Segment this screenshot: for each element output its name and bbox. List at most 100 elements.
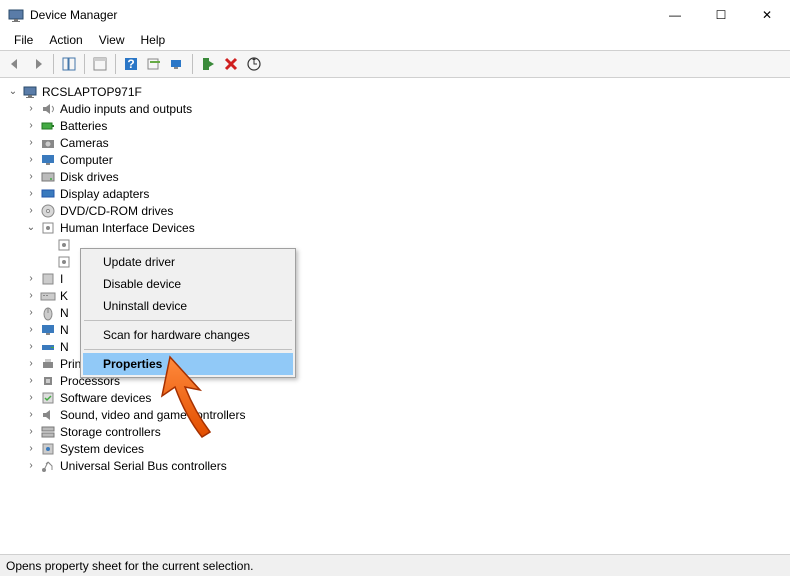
sound-icon [40, 407, 56, 423]
tree-category[interactable]: ›Computer [24, 151, 790, 168]
toolbar-separator [115, 54, 116, 74]
chevron-right-icon[interactable]: › [24, 323, 38, 337]
chevron-right-icon[interactable]: › [24, 340, 38, 354]
chevron-right-icon[interactable]: › [24, 204, 38, 218]
chevron-right-icon[interactable]: › [24, 289, 38, 303]
chevron-right-icon[interactable]: › [24, 136, 38, 150]
title-bar: Device Manager — ☐ ✕ [0, 0, 790, 30]
close-button[interactable]: ✕ [744, 0, 790, 30]
chevron-right-icon[interactable]: › [24, 272, 38, 286]
ctx-disable-device[interactable]: Disable device [83, 273, 293, 295]
menu-view[interactable]: View [91, 31, 133, 49]
status-bar: Opens property sheet for the current sel… [0, 554, 790, 576]
tree-category[interactable]: › Sound, video and game controllers [24, 406, 790, 423]
menu-separator [84, 349, 292, 350]
chevron-right-icon[interactable]: › [24, 187, 38, 201]
hid-icon [56, 237, 72, 253]
action-button[interactable] [143, 53, 165, 75]
category-label: Batteries [60, 119, 107, 133]
category-label: Audio inputs and outputs [60, 102, 192, 116]
cd-icon [40, 203, 56, 219]
maximize-button[interactable]: ☐ [698, 0, 744, 30]
back-button[interactable] [4, 53, 26, 75]
monitor-icon [40, 152, 56, 168]
chevron-right-icon[interactable]: › [24, 408, 38, 422]
hid-icon [56, 254, 72, 270]
keyboard-icon [40, 288, 56, 304]
menu-action[interactable]: Action [41, 31, 90, 49]
category-label: System devices [60, 442, 144, 456]
menu-bar: File Action View Help [0, 30, 790, 50]
monitor-icon [40, 322, 56, 338]
speaker-icon [40, 101, 56, 117]
printer-icon [40, 356, 56, 372]
uninstall-button[interactable] [220, 53, 242, 75]
chevron-right-icon[interactable]: › [24, 119, 38, 133]
category-label: Display adapters [60, 187, 149, 201]
category-label: Sound, video and game controllers [60, 408, 245, 422]
category-label: N [60, 306, 69, 320]
ctx-properties[interactable]: Properties [83, 353, 293, 375]
chevron-right-icon[interactable]: › [24, 102, 38, 116]
tree-category[interactable]: › Display adapters [24, 185, 790, 202]
category-label: Disk drives [60, 170, 119, 184]
chevron-right-icon[interactable]: › [24, 391, 38, 405]
update-driver-button[interactable] [243, 53, 265, 75]
network-icon [40, 339, 56, 355]
tree-category[interactable]: › Storage controllers [24, 423, 790, 440]
chevron-right-icon[interactable]: › [24, 442, 38, 456]
menu-help[interactable]: Help [133, 31, 174, 49]
ctx-label: Scan for hardware changes [103, 328, 250, 342]
tree-category[interactable]: ›Cameras [24, 134, 790, 151]
chevron-right-icon[interactable]: › [24, 374, 38, 388]
scan-hardware-button[interactable] [166, 53, 188, 75]
tree-category[interactable]: › Software devices [24, 389, 790, 406]
generic-icon [40, 271, 56, 287]
chevron-right-icon[interactable]: › [24, 170, 38, 184]
chevron-right-icon[interactable]: › [24, 425, 38, 439]
disk-icon [40, 169, 56, 185]
display-icon [40, 186, 56, 202]
tree-category[interactable]: ›DVD/CD-ROM drives [24, 202, 790, 219]
tree-category[interactable]: › Batteries [24, 117, 790, 134]
minimize-button[interactable]: — [652, 0, 698, 30]
tree-category[interactable]: › System devices [24, 440, 790, 457]
category-label: Storage controllers [60, 425, 161, 439]
forward-button[interactable] [27, 53, 49, 75]
ctx-scan-for-hardware-changes[interactable]: Scan for hardware changes [83, 324, 293, 346]
ctx-update-driver[interactable]: Update driver [83, 251, 293, 273]
app-icon [8, 7, 24, 23]
chevron-right-icon[interactable]: › [24, 459, 38, 473]
chevron-right-icon[interactable]: › [24, 153, 38, 167]
category-label: N [60, 323, 69, 337]
computer-icon [22, 84, 38, 100]
ctx-uninstall-device[interactable]: Uninstall device [83, 295, 293, 317]
menu-file[interactable]: File [6, 31, 41, 49]
show-hide-tree-button[interactable] [58, 53, 80, 75]
context-menu: Update driver Disable device Uninstall dev… [80, 248, 296, 378]
category-label: Software devices [60, 391, 151, 405]
help-button[interactable]: ? [120, 53, 142, 75]
chevron-down-icon[interactable]: ⌄ [6, 85, 20, 99]
properties-button[interactable] [89, 53, 111, 75]
window-title: Device Manager [30, 8, 652, 22]
chevron-down-icon[interactable]: ⌄ [24, 221, 38, 235]
tree-category[interactable]: › Disk drives [24, 168, 790, 185]
software-icon [40, 390, 56, 406]
ctx-label: Update driver [103, 255, 175, 269]
toolbar: ? [0, 50, 790, 78]
tree-category[interactable]: ⌄Human Interface Devices [24, 219, 790, 236]
category-label: I [60, 272, 63, 286]
hid-icon [40, 220, 56, 236]
ctx-label: Disable device [103, 277, 181, 291]
toolbar-separator [84, 54, 85, 74]
tree-category[interactable]: ›Universal Serial Bus controllers [24, 457, 790, 474]
category-label: N [60, 340, 69, 354]
chevron-right-icon[interactable]: › [24, 357, 38, 371]
category-label: K [60, 289, 68, 303]
tree-category[interactable]: › Audio inputs and outputs [24, 100, 790, 117]
chevron-right-icon[interactable]: › [24, 306, 38, 320]
storage-icon [40, 424, 56, 440]
enable-button[interactable] [197, 53, 219, 75]
tree-root[interactable]: ⌄RCSLAPTOP971F [6, 83, 790, 100]
